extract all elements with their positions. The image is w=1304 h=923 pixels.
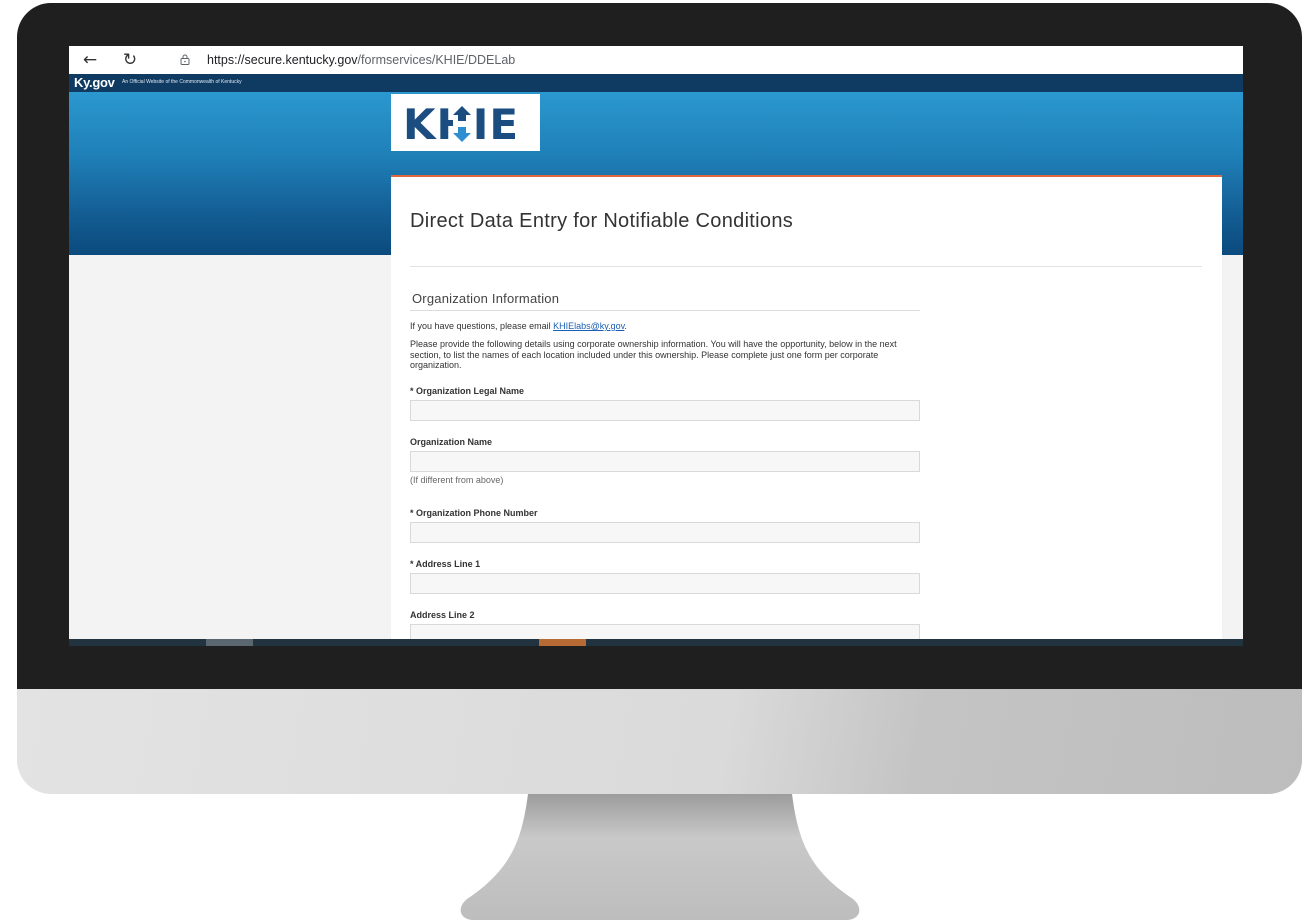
taskbar-item-active[interactable] [539, 639, 586, 646]
address-line-2-label: Address Line 2 [410, 610, 475, 620]
org-legal-name-input[interactable] [410, 400, 920, 421]
instructions-paragraph: Please provide the following details usi… [410, 339, 897, 370]
page-title: Direct Data Entry for Notifiable Conditi… [410, 210, 794, 232]
url-path: /formservices/KHIE/DDELab [357, 53, 516, 67]
address-bar[interactable]: https://secure.kentucky.gov/formservices… [161, 49, 1241, 71]
khie-logo[interactable]: KHIE [391, 94, 540, 151]
email-link[interactable]: KHIElabs@ky.gov [553, 321, 624, 331]
org-name-label: Organization Name [410, 437, 493, 447]
arrow-left-icon[interactable]: ← [79, 49, 101, 71]
taskbar-strip [69, 639, 1243, 646]
address-line-1-input[interactable] [410, 573, 920, 594]
section-heading: Organization Information [412, 291, 560, 306]
org-name-input[interactable] [410, 451, 920, 472]
monitor-stand [460, 794, 860, 920]
org-legal-name-label: * Organization Legal Name [410, 386, 525, 396]
org-phone-label: * Organization Phone Number [410, 508, 538, 518]
contact-line: If you have questions, please email KHIE… [410, 321, 627, 331]
khie-arrows-icon [453, 106, 471, 142]
lock-icon[interactable] [180, 54, 190, 65]
browser-toolbar: ← ↻ https://secure.kentucky.gov/formserv… [69, 46, 1243, 74]
address-line-1-label: * Address Line 1 [410, 559, 481, 569]
ky-gov-logo[interactable]: Ky.gov [74, 75, 115, 90]
url-host: https://secure.kentucky.gov [207, 53, 358, 67]
url-text: https://secure.kentucky.gov/formservices… [207, 53, 515, 67]
ky-gov-banner: Ky.gov An Official Website of the Common… [69, 74, 1243, 92]
screen: ← ↻ https://secure.kentucky.gov/formserv… [69, 46, 1243, 646]
monitor-chin [17, 689, 1302, 794]
ky-gov-tagline: An Official Website of the Commonwealth … [122, 79, 242, 85]
org-name-help: (If different from above) [410, 475, 504, 485]
form-card: Direct Data Entry for Notifiable Conditi… [391, 175, 1222, 646]
org-phone-input[interactable] [410, 522, 920, 543]
contact-prefix: If you have questions, please email [410, 321, 554, 331]
section-divider [410, 310, 920, 311]
title-divider [410, 266, 1202, 267]
reload-icon[interactable]: ↻ [119, 49, 141, 71]
taskbar-item[interactable] [206, 639, 253, 646]
contact-suffix: . [624, 321, 627, 331]
